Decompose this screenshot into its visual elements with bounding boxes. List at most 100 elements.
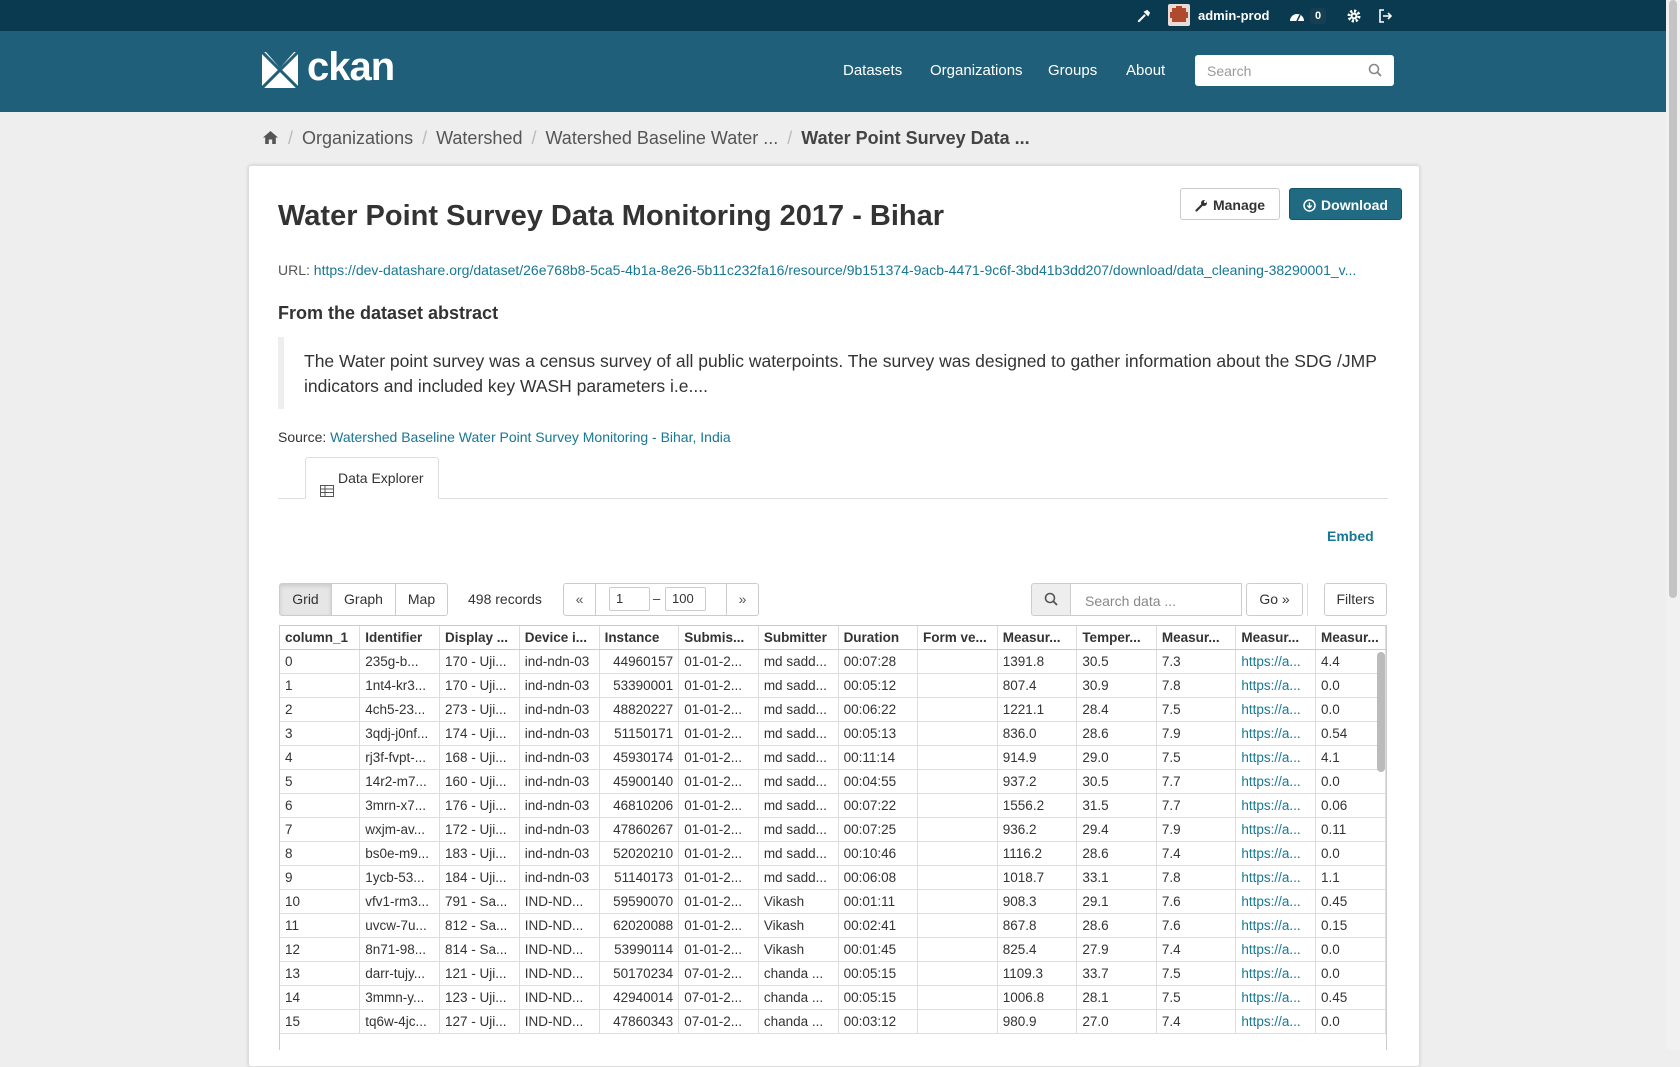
grid-column-header[interactable]: Display ... (439, 626, 520, 650)
grid-cell[interactable]: https://a... (1235, 721, 1316, 746)
grid-cell: 33.1 (1076, 865, 1157, 890)
grid-cell[interactable]: https://a... (1235, 673, 1316, 698)
grid-cell: 4 (280, 745, 361, 770)
grid-cell[interactable]: https://a... (1235, 865, 1316, 890)
resource-url-link[interactable]: https://dev-datashare.org/dataset/26e768… (314, 262, 1357, 278)
table-row[interactable]: 1 1nt4-kr3... 170 - Uji... ind-ndn-03 533900… (280, 673, 1386, 698)
table-row[interactable]: 15 tq6w-4jc... 127 - Uji... IND-ND... 478603… (280, 1009, 1386, 1034)
download-button[interactable]: Download (1289, 188, 1402, 220)
nav-groups[interactable]: Groups (1048, 62, 1097, 79)
search-icon[interactable] (1368, 63, 1382, 82)
grid-cell (917, 937, 998, 962)
nav-about[interactable]: About (1126, 62, 1165, 79)
grid-cell[interactable]: https://a... (1235, 817, 1316, 842)
pager-to-input[interactable]: 100 (665, 587, 706, 611)
table-row[interactable]: 6 3mrn-x7... 176 - Uji... ind-ndn-03 4681020… (280, 793, 1386, 818)
grid-column-header[interactable]: Duration (838, 626, 919, 650)
grid-cell[interactable]: https://a... (1235, 793, 1316, 818)
gear-icon[interactable] (1347, 0, 1361, 31)
grid-cell[interactable]: https://a... (1235, 1009, 1316, 1034)
breadcrumb-organization[interactable]: Watershed (436, 128, 522, 148)
grid-column-header[interactable]: column_1 (280, 626, 361, 650)
grid-cell[interactable]: https://a... (1235, 889, 1316, 914)
grid-column-header[interactable]: Device i... (519, 626, 600, 650)
table-row[interactable]: 11 uvcw-7u... 812 - Sa... IND-ND... 62020088… (280, 913, 1386, 938)
table-row[interactable]: 9 1ycb-53... 184 - Uji... ind-ndn-03 5114017… (280, 865, 1386, 890)
pager-prev-button[interactable]: « (563, 583, 596, 616)
grid-cell[interactable]: https://a... (1235, 697, 1316, 722)
wrench-icon (1195, 191, 1208, 223)
grid-column-header[interactable]: Submis... (678, 626, 759, 650)
grid-scrollbar-thumb[interactable] (1377, 652, 1385, 772)
grid-cell: 45930174 (599, 745, 680, 770)
username-link[interactable]: admin-prod (1198, 0, 1270, 31)
view-map-button[interactable]: Map (395, 583, 448, 616)
grid-cell[interactable]: https://a... (1235, 937, 1316, 962)
table-row[interactable]: 0 235g-b... 170 - Uji... ind-ndn-03 44960157… (280, 649, 1386, 674)
grid-cell: 0.0 (1315, 673, 1386, 698)
table-row[interactable]: 14 3mmn-y... 123 - Uji... IND-ND... 42940014… (280, 985, 1386, 1010)
table-row[interactable]: 3 3qdj-j0nf... 174 - Uji... ind-ndn-03 51150… (280, 721, 1386, 746)
page-scrollbar-thumb[interactable] (1669, 0, 1677, 598)
grid-column-header[interactable]: Measur... (1156, 626, 1237, 650)
filters-button[interactable]: Filters (1324, 583, 1387, 616)
grid-column-header[interactable]: Submitter (758, 626, 839, 650)
grid-cell[interactable]: https://a... (1235, 745, 1316, 770)
abstract-heading: From the dataset abstract (278, 303, 499, 323)
data-search-box (1070, 583, 1242, 616)
view-switcher: Grid Graph Map (279, 583, 449, 616)
breadcrumb-dataset[interactable]: Watershed Baseline Water ... (545, 128, 778, 148)
page-scrollbar[interactable] (1666, 0, 1680, 1050)
table-row[interactable]: 7 wxjm-av... 172 - Uji... ind-ndn-03 4786026… (280, 817, 1386, 842)
nav-organizations[interactable]: Organizations (930, 62, 1023, 79)
grid-cell (917, 865, 998, 890)
tab-data-explorer[interactable]: Data Explorer (305, 457, 439, 499)
home-icon[interactable] (262, 129, 279, 150)
grid-column-header[interactable]: Temper... (1076, 626, 1157, 650)
grid-column-header[interactable]: Instance (599, 626, 680, 650)
grid-cell: 914.9 (997, 745, 1078, 770)
grid-cell[interactable]: https://a... (1235, 769, 1316, 794)
grid-cell (917, 649, 998, 674)
manage-button[interactable]: Manage (1180, 188, 1280, 220)
dashboard-icon[interactable] (1289, 0, 1305, 31)
table-row[interactable]: 2 4ch5-23... 273 - Uji... ind-ndn-03 4882022… (280, 697, 1386, 722)
table-row[interactable]: 5 14r2-m7... 160 - Uji... ind-ndn-03 4590014… (280, 769, 1386, 794)
go-button[interactable]: Go » (1246, 583, 1303, 616)
grid-cell[interactable]: https://a... (1235, 649, 1316, 674)
grid-cell[interactable]: https://a... (1235, 841, 1316, 866)
view-grid-button[interactable]: Grid (279, 583, 332, 616)
sysadmin-hammer-icon[interactable] (1137, 0, 1152, 31)
grid-cell: ind-ndn-03 (519, 817, 600, 842)
grid-cell: 4ch5-23... (359, 697, 440, 722)
notification-count-badge[interactable]: 0 (1310, 8, 1327, 24)
table-row[interactable]: 13 darr-tujy... 121 - Uji... IND-ND... 50170… (280, 961, 1386, 986)
tab-divider (278, 498, 1388, 499)
grid-cell[interactable]: https://a... (1235, 985, 1316, 1010)
avatar[interactable] (1168, 4, 1190, 26)
source-link[interactable]: Watershed Baseline Water Point Survey Mo… (330, 429, 730, 445)
breadcrumb-resource[interactable]: Water Point Survey Data ... (801, 128, 1029, 148)
source-line: Source: Watershed Baseline Water Point S… (278, 429, 731, 445)
site-search-input[interactable] (1205, 62, 1369, 80)
nav-datasets[interactable]: Datasets (843, 62, 902, 79)
grid-column-header[interactable]: Measur... (997, 626, 1078, 650)
pager-next-button[interactable]: » (726, 583, 759, 616)
grid-column-header[interactable]: Identifier (359, 626, 440, 650)
grid-cell[interactable]: https://a... (1235, 913, 1316, 938)
grid-column-header[interactable]: Measur... (1235, 626, 1316, 650)
pager-from-input[interactable]: 1 (609, 587, 650, 611)
data-search-input[interactable] (1083, 592, 1237, 610)
grid-cell: 12 (280, 937, 361, 962)
grid-cell[interactable]: https://a... (1235, 961, 1316, 986)
logout-icon[interactable] (1378, 0, 1393, 31)
grid-column-header[interactable]: Form ve... (917, 626, 998, 650)
table-row[interactable]: 4 rj3f-fvpt-... 168 - Uji... ind-ndn-03 4593… (280, 745, 1386, 770)
table-row[interactable]: 8 bs0e-m9... 183 - Uji... ind-ndn-03 5202021… (280, 841, 1386, 866)
breadcrumb-organizations[interactable]: Organizations (302, 128, 413, 148)
embed-link[interactable]: Embed (1327, 528, 1374, 544)
view-graph-button[interactable]: Graph (331, 583, 396, 616)
table-row[interactable]: 12 8n71-98... 814 - Sa... IND-ND... 53990114… (280, 937, 1386, 962)
table-row[interactable]: 10 vfv1-rm3... 791 - Sa... IND-ND... 5959007… (280, 889, 1386, 914)
grid-column-header[interactable]: Measur... (1315, 626, 1386, 650)
